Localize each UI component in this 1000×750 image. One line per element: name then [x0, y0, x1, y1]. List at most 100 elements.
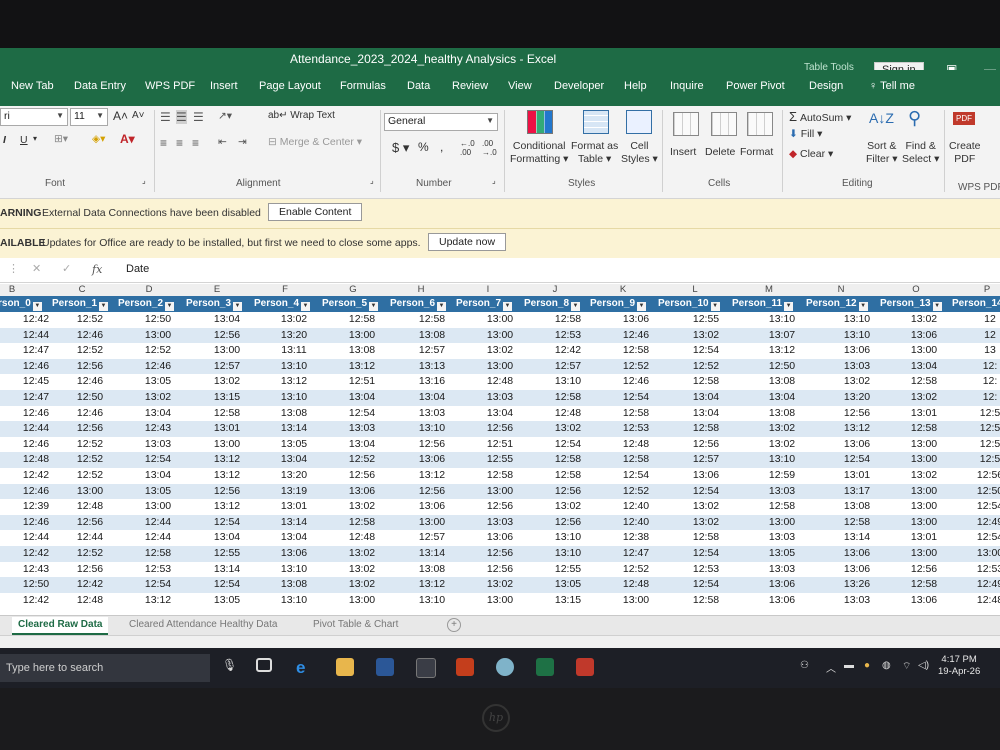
table-cell[interactable]: 12:5	[968, 422, 1000, 434]
table-cell[interactable]: 12:56	[340, 469, 384, 481]
table-cell[interactable]: 13:02	[340, 500, 384, 512]
table-cell[interactable]: 13:05	[136, 375, 180, 387]
table-cell[interactable]: 12:58	[614, 407, 658, 419]
table-cell[interactable]: 13:00	[205, 344, 249, 356]
table-cell[interactable]: 13:04	[340, 438, 384, 450]
number-format-select[interactable]: General ▼	[384, 113, 498, 131]
table-cell[interactable]: 12:54	[684, 485, 728, 497]
tab-data-entry[interactable]: Data Entry	[74, 80, 126, 92]
table-cell[interactable]: 12:46	[614, 329, 658, 341]
table-cell[interactable]: 13:20	[272, 329, 316, 341]
insert-button[interactable]: Insert	[670, 146, 696, 158]
table-cell[interactable]: 13:00	[614, 594, 658, 606]
dialog-launcher-icon[interactable]: ⌟	[370, 176, 374, 185]
table-cell[interactable]: 13:00	[340, 329, 384, 341]
table-cell[interactable]: 12:47	[614, 547, 658, 559]
table-cell[interactable]: 12:48	[340, 531, 384, 543]
column-header[interactable]: I	[468, 284, 508, 295]
table-cell[interactable]: 13:05	[205, 594, 249, 606]
table-cell[interactable]: 12:58	[205, 407, 249, 419]
pdf-icon[interactable]: PDF	[953, 112, 975, 125]
sheet-tab-pivot[interactable]: Pivot Table & Chart	[313, 619, 398, 630]
table-cell[interactable]: 12:	[968, 391, 1000, 403]
table-cell[interactable]: 12:58	[614, 344, 658, 356]
excel-icon[interactable]	[536, 658, 554, 676]
table-cell[interactable]: 12:55	[478, 453, 522, 465]
column-header[interactable]: G	[333, 284, 373, 295]
table-cell[interactable]: 13:06	[835, 344, 879, 356]
column-header[interactable]: H	[401, 284, 441, 295]
table-cell[interactable]: 12:52	[340, 453, 384, 465]
table-cell[interactable]: 12:58	[546, 313, 590, 325]
table-cell[interactable]: 13:16	[410, 375, 454, 387]
table-cell[interactable]: 13:26	[835, 578, 879, 590]
column-header[interactable]: O	[896, 284, 936, 295]
table-cell[interactable]: 13:06	[684, 469, 728, 481]
table-cell[interactable]: 12:56	[968, 469, 1000, 481]
table-cell[interactable]: 12:49	[968, 516, 1000, 528]
decrease-indent-icon[interactable]: ⇤	[218, 136, 227, 148]
tab-wps-pdf[interactable]: WPS PDF	[145, 80, 195, 92]
table-cell[interactable]: 13:03	[760, 563, 804, 575]
table-cell[interactable]: 13:14	[410, 547, 454, 559]
tell-me-search[interactable]: ♀ Tell me	[869, 80, 915, 92]
table-cell[interactable]: 13:06	[902, 329, 946, 341]
add-sheet-icon[interactable]: +	[447, 618, 461, 632]
tab-design[interactable]: Design	[809, 80, 843, 92]
table-cell[interactable]: 12:42	[14, 547, 58, 559]
table-cell[interactable]: 13:06	[760, 594, 804, 606]
filter-dropdown-icon[interactable]: ▼	[503, 302, 513, 311]
format-as-table-button[interactable]: Format as Table ▾	[571, 140, 618, 166]
table-cell[interactable]: 13:10	[835, 313, 879, 325]
tab-developer[interactable]: Developer	[554, 80, 604, 92]
table-cell[interactable]: 13:06	[410, 453, 454, 465]
table-cell[interactable]: 12:54	[684, 547, 728, 559]
table-cell[interactable]: 13:13	[410, 360, 454, 372]
table-cell[interactable]: 13:03	[136, 438, 180, 450]
table-cell[interactable]: 12:55	[205, 547, 249, 559]
orientation-icon[interactable]: ↗▾	[218, 110, 232, 122]
table-cell[interactable]: 13:08	[760, 407, 804, 419]
table-cell[interactable]: 13:12	[205, 453, 249, 465]
app-icon[interactable]	[496, 658, 514, 676]
table-cell[interactable]: 12:42	[14, 594, 58, 606]
table-cell[interactable]: 13:05	[136, 485, 180, 497]
table-column-header[interactable]: Person_14▼	[952, 298, 1000, 311]
table-cell[interactable]: 13:04	[410, 391, 454, 403]
table-column-header[interactable]: Person_12 ▼	[806, 298, 868, 311]
table-cell[interactable]: 13:02	[684, 516, 728, 528]
column-header[interactable]: C	[62, 284, 102, 295]
tray-chevron-up-icon[interactable]: ︿	[826, 660, 836, 675]
filter-dropdown-icon[interactable]: ▼	[858, 302, 868, 311]
table-cell[interactable]: 13:12	[410, 469, 454, 481]
column-header[interactable]: K	[603, 284, 643, 295]
filter-dropdown-icon[interactable]: ▼	[99, 302, 109, 311]
table-cell[interactable]: 12:54	[968, 531, 1000, 543]
search-icon[interactable]: ⚲	[908, 108, 921, 129]
table-cell[interactable]: 13:15	[546, 594, 590, 606]
table-cell[interactable]: 13:03	[478, 391, 522, 403]
table-cell[interactable]: 12:57	[410, 344, 454, 356]
table-cell[interactable]: 12:47	[14, 344, 58, 356]
cancel-icon[interactable]: ✕	[32, 262, 41, 275]
table-cell[interactable]: 12:56	[410, 485, 454, 497]
percent-icon[interactable]: %	[418, 140, 429, 154]
table-cell[interactable]: 12:58	[835, 516, 879, 528]
table-cell[interactable]: 13:02	[684, 329, 728, 341]
table-cell[interactable]: 13:02	[478, 578, 522, 590]
table-cell[interactable]: 13:00	[968, 547, 1000, 559]
table-cell[interactable]: 13:00	[340, 594, 384, 606]
table-cell[interactable]: 12:54	[684, 578, 728, 590]
table-cell[interactable]: 13:00	[902, 547, 946, 559]
table-cell[interactable]: 12:46	[14, 407, 58, 419]
dialog-launcher-icon[interactable]: ⌟	[142, 176, 146, 185]
table-cell[interactable]: 13:03	[410, 407, 454, 419]
table-cell[interactable]: 13:06	[410, 500, 454, 512]
table-cell[interactable]: 13:00	[136, 329, 180, 341]
table-cell[interactable]: 13:14	[272, 516, 316, 528]
column-header[interactable]: J	[535, 284, 575, 295]
conditional-formatting-button[interactable]: Conditional Formatting ▾	[510, 140, 568, 166]
table-cell[interactable]: 12:58	[902, 422, 946, 434]
sort-filter-button[interactable]: Sort & Filter ▾	[866, 140, 898, 166]
table-cell[interactable]: 13:06	[835, 563, 879, 575]
